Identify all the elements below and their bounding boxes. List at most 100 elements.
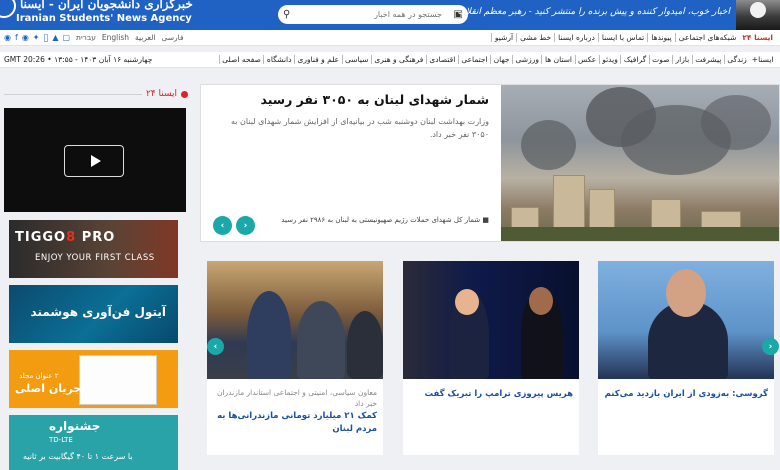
smoke-plume <box>701 95 771 150</box>
top-menu-about[interactable]: درباره ایسنا <box>554 33 598 42</box>
video-player[interactable] <box>4 108 186 212</box>
news-headline[interactable]: گروسی: به‌زودی از ایران بازدید می‌کنم <box>604 388 768 401</box>
face <box>529 287 553 315</box>
top-menu: آرشیو خط مشی درباره ایسنا تماس با ایسنا … <box>490 33 776 42</box>
lang-hebrew[interactable]: עברית <box>76 33 96 42</box>
news-image[interactable] <box>598 261 774 379</box>
ad-jashnvare[interactable]: جشنواره TD-LTE با سرعت ۱ تا ۴۰ گیگابیت ب… <box>9 415 178 470</box>
cat-graphic[interactable]: گرافیک <box>620 55 648 64</box>
lang-english[interactable]: English <box>102 33 129 42</box>
search-input[interactable] <box>301 10 442 19</box>
logo-english[interactable]: Iranian Students' News Agency <box>16 13 192 24</box>
news-caption: معاون سیاسی، امنیتی و اجتماعی استاندار م… <box>213 387 377 436</box>
ad-jaryan[interactable]: ۲ عنوان مجلد جریان اصلی <box>9 350 178 408</box>
ad-itool[interactable]: آیتول فن‌آوری هوشمند <box>9 285 178 343</box>
cat-society[interactable]: اجتماعی <box>457 55 490 64</box>
news-image[interactable] <box>207 261 383 379</box>
top-nav: ◉ f ◉ ✦  ▲ ▢ עברית English العربیة فارس… <box>0 30 780 46</box>
desktop-icon[interactable]: ▢ <box>62 33 70 42</box>
leader-portrait <box>736 0 780 30</box>
top-menu-archive[interactable]: آرشیو <box>490 33 516 42</box>
search-box[interactable]: ⚲ ▣ <box>278 5 468 24</box>
news-next-arrow-icon[interactable]: › <box>762 338 779 355</box>
search-icon[interactable]: ⚲ <box>283 9 290 20</box>
ad-tiggo-slogan: ENJOY YOUR FIRST CLASS <box>35 253 155 263</box>
news-card[interactable]: گروسی: به‌زودی از ایران بازدید می‌کنم <box>598 261 774 455</box>
top-menu-links[interactable]: پیوندها <box>647 33 675 42</box>
cat-market[interactable]: بازار <box>671 55 692 64</box>
cat-isna-plus[interactable]: ایسنا+ <box>749 55 776 64</box>
cat-progress[interactable]: پیشرفت <box>691 55 724 64</box>
lang-persian[interactable]: فارسی <box>162 33 184 42</box>
face <box>455 289 479 315</box>
social-icons: ◉ f ◉ ✦  ▲ ▢ <box>4 33 70 42</box>
logo-persian[interactable]: خبرگزاری دانشجویان ایران - ایسنا <box>20 0 193 11</box>
news-card[interactable]: هریس پیروزی ترامپ را تبریک گفت <box>403 261 579 455</box>
isna24-label[interactable]: ایسنا ۲۴ <box>146 89 177 99</box>
news-subtitle: معاون سیاسی، امنیتی و اجتماعی استاندار م… <box>216 388 377 408</box>
featured-related-link[interactable]: ■ شمار کل شهدای حملات رژیم صهیونیستی به … <box>269 216 489 224</box>
site-header: خبرگزاری دانشجویان ایران - ایسنا Iranian… <box>0 0 780 30</box>
play-icon[interactable] <box>64 145 124 177</box>
ad-jaryan-sub: ۲ عنوان مجلد <box>19 372 59 380</box>
apple-icon[interactable]:  <box>44 33 49 42</box>
cat-provinces[interactable]: استان ها <box>541 55 574 64</box>
facebook-icon[interactable]: f <box>15 33 18 42</box>
ad-tiggo[interactable]: TIGGO8 PRO ENJOY YOUR FIRST CLASS <box>9 220 178 278</box>
prev-arrow-icon[interactable]: ‹ <box>213 216 232 235</box>
news-headline[interactable]: کمک ۲۱ میلیارد تومانی مازندرانی‌ها به مر… <box>213 410 377 436</box>
lang-arabic[interactable]: العربیة <box>135 33 156 42</box>
ad-jashnvare-title: جشنواره <box>49 419 101 433</box>
cat-politics[interactable]: سیاسی <box>341 55 371 64</box>
cat-culture[interactable]: فرهنگی و هنری <box>370 55 426 64</box>
news-prev-arrow-icon[interactable]: ‹ <box>207 338 224 355</box>
news-image[interactable] <box>403 261 579 379</box>
featured-photo[interactable] <box>501 85 779 241</box>
featured-arrows: ‹ › <box>213 216 255 235</box>
cat-science[interactable]: علم و فناوری <box>293 55 342 64</box>
featured-story[interactable]: شمار شهدای لبنان به ۳۰۵۰ نفر رسید وزارت … <box>200 84 780 242</box>
news-caption: هریس پیروزی ترامپ را تبریک گفت <box>409 387 573 401</box>
featured-lead: وزارت بهداشت لبنان دوشنبه شب در بیانیه‌ا… <box>230 117 489 139</box>
category-menu: صفحه اصلی دانشگاه علم و فناوری سیاسی فره… <box>218 55 776 64</box>
news-caption: گروسی: به‌زودی از ایران بازدید می‌کنم <box>604 387 768 401</box>
isna-emblem-icon[interactable] <box>0 0 16 18</box>
face <box>666 269 706 317</box>
cat-home[interactable]: صفحه اصلی <box>218 55 264 64</box>
isna24-heading: ایسنا ۲۴ <box>4 88 188 100</box>
heading-divider <box>4 93 142 95</box>
top-menu-policy[interactable]: خط مشی <box>516 33 554 42</box>
ad-jashnvare-tag: TD-LTE <box>49 436 73 444</box>
trees <box>501 227 779 241</box>
top-nav-left: ◉ f ◉ ✦  ▲ ▢ עברית English العربیة فارس… <box>4 33 184 42</box>
ad-jashnvare-sub: با سرعت ۱ تا ۴۰ گیگابیت بر ثانیه <box>23 452 133 461</box>
person-figure <box>297 301 345 379</box>
twitter-icon[interactable]: ✦ <box>33 33 40 42</box>
building <box>553 175 585 233</box>
featured-title[interactable]: شمار شهدای لبنان به ۳۰۵۰ نفر رسید <box>209 92 489 107</box>
category-nav: چهارشنبه ۱۶ آبان ۱۴۰۳ - ۱۳:۵۵ • GMT 20:2… <box>0 52 780 68</box>
cat-world[interactable]: جهان <box>490 55 512 64</box>
cat-video[interactable]: ویدئو <box>598 55 621 64</box>
cat-life[interactable]: زندگی <box>723 55 749 64</box>
android-icon[interactable]: ▲ <box>52 33 58 42</box>
date-time: چهارشنبه ۱۶ آبان ۱۴۰۳ - ۱۳:۵۵ • GMT 20:2… <box>4 55 153 64</box>
top-menu-contact[interactable]: تماس با ایسنا <box>597 33 647 42</box>
live-dot-icon <box>181 90 188 98</box>
ad-jaryan-title: جریان اصلی <box>15 382 82 395</box>
top-menu-isna24[interactable]: ایسنا ۲۴ <box>739 33 776 42</box>
person-figure <box>247 291 291 379</box>
cat-sports[interactable]: ورزشی <box>512 55 541 64</box>
header-quote: اخبار خوب، امیدوار کننده و پیش برنده را … <box>457 7 730 17</box>
cat-economy[interactable]: اقتصادی <box>425 55 458 64</box>
news-headline[interactable]: هریس پیروزی ترامپ را تبریک گفت <box>409 388 573 401</box>
cat-audio[interactable]: صوت <box>648 55 672 64</box>
cat-photo[interactable]: عکس <box>574 55 599 64</box>
instagram-icon[interactable]: ◉ <box>22 33 29 42</box>
cat-university[interactable]: دانشگاه <box>263 55 294 64</box>
news-card[interactable]: معاون سیاسی، امنیتی و اجتماعی استاندار م… <box>207 261 383 455</box>
rss-icon[interactable]: ◉ <box>4 33 11 42</box>
next-arrow-icon[interactable]: › <box>236 216 255 235</box>
top-menu-social[interactable]: شبکه‌های اجتماعی <box>674 33 740 42</box>
ad-itool-title: آیتول فن‌آوری هوشمند <box>30 305 166 319</box>
